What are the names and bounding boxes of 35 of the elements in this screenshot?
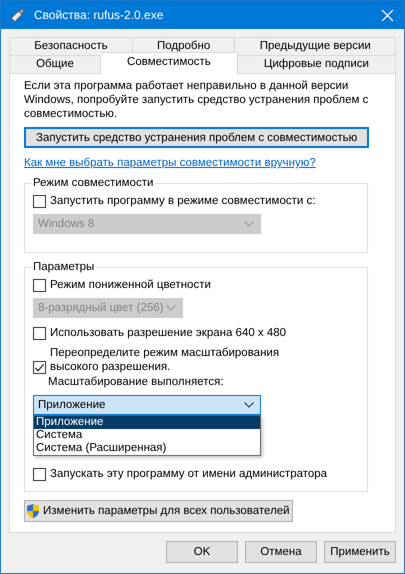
- tab[interactable]: Цифровые подписи: [238, 55, 396, 73]
- checkbox[interactable]: [33, 361, 46, 374]
- chevron-icon: [166, 305, 176, 311]
- checkbox-label: Переопределите режим масштабирования высокого разрешения.: [50, 346, 280, 374]
- change-settings-button[interactable]: Изменить параметры для всех пользователей: [24, 500, 293, 522]
- dialog-button[interactable]: OK: [166, 541, 238, 563]
- field-label: Масштабирование выполняется:: [48, 375, 225, 389]
- dropdown[interactable]: Приложение: [33, 395, 261, 415]
- dialog-button[interactable]: Применить: [324, 541, 396, 563]
- troubleshoot-button[interactable]: Запустить средство устранения проблем с совместимостью: [24, 127, 370, 148]
- checkbox-label: Использовать разрешение экрана 640 x 480: [50, 326, 286, 340]
- group-title: Параметры: [32, 261, 96, 273]
- checkbox-label: Запустить программу в режиме совместимости с:: [50, 194, 316, 208]
- dialog-button[interactable]: Отмена: [245, 541, 317, 563]
- tab[interactable]: Общие: [9, 55, 101, 73]
- checkbox[interactable]: [33, 327, 46, 340]
- dropdown-option[interactable]: Система: [34, 429, 260, 442]
- intro-text: Если эта программа работает неправильно в данной версии Windows, попробуйте запустить средство устранения проблем с совместимостью.: [24, 79, 370, 121]
- group-title: Режим совместимости: [32, 177, 154, 189]
- checkbox-label: Режим пониженной цветности: [50, 278, 211, 292]
- chevron-icon: [244, 402, 254, 408]
- shield-icon: [25, 503, 41, 519]
- help-link[interactable]: Как мне выбрать параметры совместимости вручную?: [24, 157, 316, 169]
- checkbox-label: Запускать эту программу от имени администратора: [50, 467, 328, 481]
- dropdown-option[interactable]: Система (Расширенная): [34, 442, 260, 455]
- checkbox[interactable]: [33, 195, 46, 208]
- chevron-icon: [244, 221, 254, 227]
- close-icon[interactable]: [381, 8, 394, 22]
- tab[interactable]: Совместимость: [100, 52, 238, 74]
- checkbox[interactable]: [33, 279, 46, 292]
- tab[interactable]: Безопасность: [9, 37, 133, 55]
- checkbox[interactable]: [33, 468, 46, 481]
- tab[interactable]: Предыдущие версии: [235, 37, 396, 55]
- window-title: Свойства: rufus-2.0.exe: [34, 8, 164, 22]
- dropdown-option[interactable]: Приложение: [34, 416, 260, 429]
